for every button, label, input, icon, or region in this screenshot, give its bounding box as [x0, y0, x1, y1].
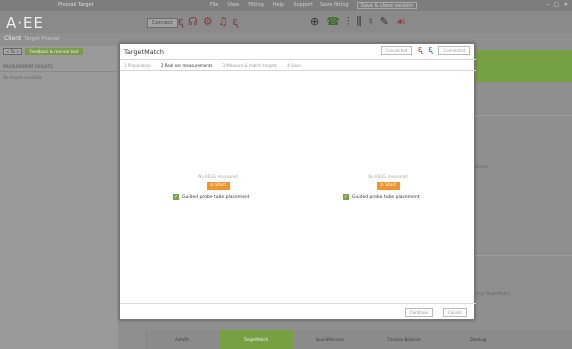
wrench-icon[interactable]: ✎: [380, 15, 389, 29]
connect-button[interactable]: Connect: [147, 18, 178, 28]
cancel-button[interactable]: Cancel: [443, 308, 467, 317]
right-status: No REUG measured: [368, 174, 408, 179]
client-header: Client Target Phonak: [0, 33, 118, 46]
phone-icon[interactable]: ☎: [326, 15, 340, 29]
title-bar: Phonak Target File View Fitting Help Sup…: [0, 0, 572, 11]
step-real-ear[interactable]: 2 Real ear measurements: [161, 63, 213, 68]
left-guided-label: Guided probe tube placement: [182, 194, 250, 200]
device-dropdown-icon[interactable]: ♫: [218, 15, 228, 28]
equalizer-icon[interactable]: ⫼: [357, 15, 362, 29]
targetmatch-dialog: TargetMatch Connected ᶓ ᶓ Connected 1 Pr…: [119, 43, 476, 320]
menu-fitting[interactable]: Fitting: [248, 2, 264, 8]
step-measure-match[interactable]: 3 Measure & match targets: [222, 63, 277, 68]
globe-icon[interactable]: ⊕: [310, 15, 319, 29]
hearing-aid-right-icon[interactable]: ᶓ: [233, 15, 238, 28]
status-left: Connected: [380, 46, 413, 55]
right-guided-label: Guided probe tube placement: [352, 194, 420, 200]
tab-tinnitus-balance[interactable]: Tinnitus Balance: [367, 330, 441, 349]
hearing-aid-pair-icon[interactable]: ☊: [188, 15, 198, 28]
save-close-button[interactable]: Save & close session: [356, 2, 417, 9]
checkbox-icon: ✓: [343, 194, 349, 200]
hearing-aid-right-icon: ᶓ: [428, 45, 433, 55]
nav-button[interactable]: < To >: [3, 48, 23, 55]
app-logo: A·EE: [6, 14, 44, 32]
left-start-button[interactable]: ⊙ Start: [206, 182, 230, 190]
title-actions: Save fitting Save & close session: [320, 2, 417, 9]
window-controls: – □ ✕: [547, 2, 568, 8]
side-text: ed by TargetMatch: [473, 291, 511, 296]
chart-icon[interactable]: ♮: [369, 15, 373, 29]
tab-soundrecover[interactable]: SoundRecover: [293, 330, 367, 349]
hearing-aid-left-icon[interactable]: ᶓ: [178, 15, 183, 28]
dialog-title: TargetMatch: [124, 48, 164, 56]
step-save[interactable]: 4 Save: [287, 63, 301, 68]
side-text: rement: [473, 164, 488, 169]
left-ear-panel: No REUG measured ⊙ Start ✓ Guided probe …: [173, 174, 263, 200]
adjust-icon[interactable]: ⫶: [347, 15, 350, 29]
right-guided-checkbox[interactable]: ✓ Guided probe tube placement: [343, 194, 433, 200]
maximize-icon[interactable]: □: [554, 2, 559, 8]
divider: [473, 115, 572, 116]
menu-help[interactable]: Help: [273, 2, 284, 8]
hearing-icon[interactable]: ☙: [396, 15, 406, 29]
minimize-icon[interactable]: –: [547, 2, 550, 8]
left-status: No REUG measured: [198, 174, 238, 179]
right-start-button[interactable]: ⊙ Start: [376, 182, 400, 190]
save-fitting-link[interactable]: Save fitting: [320, 2, 349, 9]
main-toolbar: A·EE Connect ᶓ ☊ ⚙ ♫ ᶓ ⊕ ☎ ⫶ ⫼ ♮ ✎ ☙: [0, 11, 572, 33]
dialog-footer: Continue Cancel: [120, 303, 476, 319]
tool-icons: ⊕ ☎ ⫶ ⫼ ♮ ✎ ☙: [310, 15, 406, 29]
app-title: Phonak Target: [58, 2, 94, 8]
feedback-button[interactable]: Feedback & real ear test: [25, 48, 83, 55]
menu-support[interactable]: Support: [293, 2, 313, 8]
menu-file[interactable]: File: [210, 2, 218, 8]
tab-autofit[interactable]: AutoFit: [145, 330, 219, 349]
bottom-tabs: AutoFit TargetMatch SoundRecover Tinnitu…: [145, 330, 572, 349]
step-preparation[interactable]: 1 Preparation: [124, 63, 151, 68]
measurement-results-heading: MEASUREMENT RESULTS: [0, 62, 118, 72]
menu-view[interactable]: View: [227, 2, 239, 8]
tab-targetmatch[interactable]: TargetMatch: [219, 330, 293, 349]
hearing-aid-left-icon: ᶓ: [418, 45, 423, 55]
continue-button[interactable]: Continue: [405, 308, 433, 317]
close-icon[interactable]: ✕: [564, 2, 568, 8]
sidebar-toolbar: < To > Feedback & real ear test: [0, 46, 118, 57]
step-bar: 1 Preparation 2 Real ear measurements 3 …: [120, 59, 476, 71]
status-right: Connected: [438, 46, 470, 55]
checkbox-icon: ✓: [173, 194, 179, 200]
left-guided-checkbox[interactable]: ✓ Guided probe tube placement: [173, 194, 263, 200]
tab-datalog[interactable]: DataLog: [441, 330, 515, 349]
divider: [473, 255, 572, 256]
connection-status: Connected ᶓ ᶓ Connected: [380, 45, 470, 55]
sidebar: Client Target Phonak < To > Feedback & re…: [0, 33, 118, 349]
panel-header: [473, 50, 572, 82]
right-ear-panel: No REUG measured ⊙ Start ✓ Guided probe …: [343, 174, 433, 200]
device-icons: ᶓ ☊ ⚙ ♫ ᶓ: [178, 15, 238, 28]
menu-bar: File View Fitting Help Support: [210, 2, 313, 8]
settings-dropdown-icon[interactable]: ⚙: [203, 15, 213, 28]
client-name: Target Phonak: [24, 36, 60, 42]
client-label: Client: [4, 35, 22, 42]
no-results-note: No results available: [3, 75, 43, 80]
